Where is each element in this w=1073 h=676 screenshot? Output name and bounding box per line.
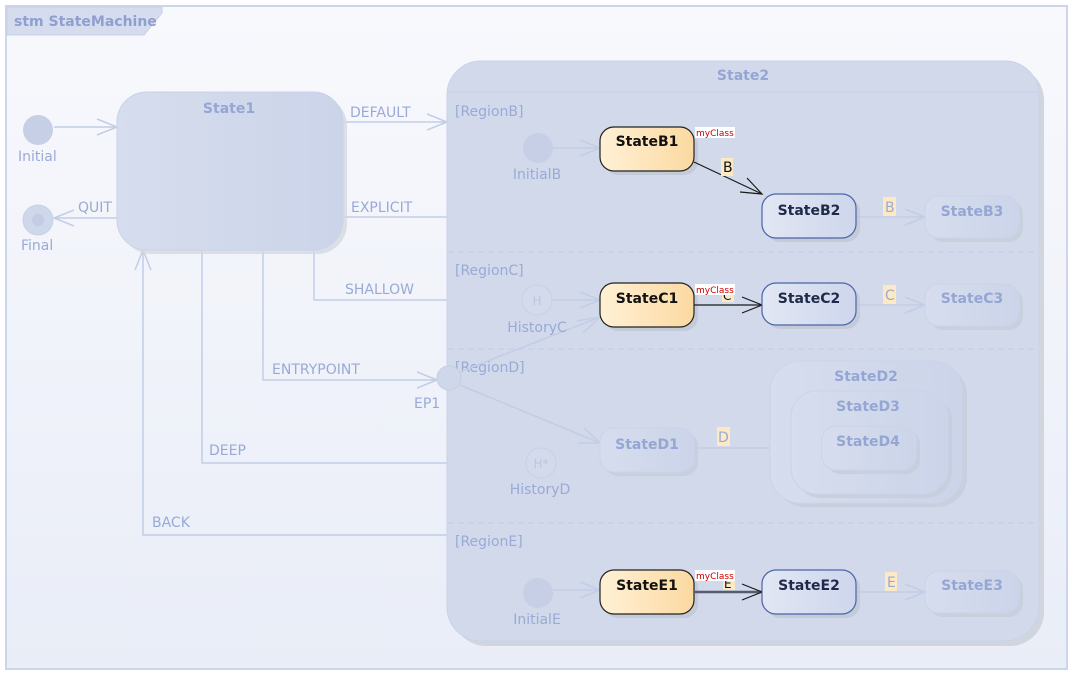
stateC1-label: StateC1: [616, 291, 678, 307]
stateE1-label: StateE1: [616, 578, 678, 594]
transition-back-label: BACK: [152, 515, 191, 531]
stateE3-label: StateE3: [941, 578, 1003, 594]
historyD-glyph: H*: [533, 457, 548, 471]
transition-deep-label: DEEP: [209, 443, 246, 459]
region-d-label: [RegionD]: [455, 360, 525, 376]
historyC-label: HistoryC: [507, 320, 567, 336]
stateD1-label: StateD1: [615, 437, 679, 453]
entrypoint-ep1[interactable]: [436, 365, 462, 391]
stateD4-label: StateD4: [836, 434, 900, 450]
final-inner-dot: [32, 214, 44, 226]
region-c-label: [RegionC]: [455, 263, 524, 279]
frame-title: stm StateMachine: [14, 14, 157, 30]
state-machine-diagram: stm StateMachine Initial Final QUIT Stat…: [0, 0, 1073, 676]
transition-d1-d4-label: D: [718, 430, 729, 446]
transition-shallow-label: SHALLOW: [345, 282, 414, 298]
ep1-label: EP1: [414, 396, 440, 412]
state1-label: State1: [203, 101, 255, 117]
historyC-glyph: H: [532, 294, 541, 308]
stateB1-label: StateB1: [616, 134, 679, 150]
region-e-label: [RegionE]: [455, 534, 523, 550]
transition-e2-e3-label: E: [887, 575, 896, 591]
stateC2-label: StateC2: [778, 291, 840, 307]
transition-default-label: DEFAULT: [350, 105, 411, 121]
initialE-pseudostate[interactable]: [523, 578, 553, 608]
stateC3-label: StateC3: [941, 291, 1003, 307]
initial-label: Initial: [18, 149, 57, 165]
stateC1-tag: myClass: [696, 286, 734, 296]
initialB-label: InitialB: [513, 167, 561, 183]
region-b-label: [RegionB]: [455, 104, 523, 120]
initialE-label: InitialE: [513, 612, 561, 628]
final-label: Final: [21, 238, 53, 254]
state2-label: State2: [717, 68, 769, 84]
initialB-pseudostate[interactable]: [523, 133, 553, 163]
transition-entrypoint-label: ENTRYPOINT: [272, 362, 360, 378]
stateD2-label: StateD2: [834, 369, 898, 385]
stateE2-label: StateE2: [778, 578, 840, 594]
historyD-label: HistoryD: [510, 482, 571, 498]
transition-quit-label: QUIT: [78, 200, 112, 216]
stateB2-label: StateB2: [778, 203, 841, 219]
transition-b1-b2-label: B: [723, 160, 733, 176]
stateB1-tag: myClass: [696, 129, 734, 139]
transition-b2-b3-label: B: [885, 200, 895, 216]
transition-c2-c3-label: C: [885, 288, 895, 304]
transition-explicit-label: EXPLICIT: [351, 200, 413, 216]
stateE1-tag: myClass: [696, 572, 734, 582]
stateB3-label: StateB3: [941, 204, 1004, 220]
initial-pseudostate[interactable]: [23, 115, 53, 145]
stateD3-label: StateD3: [836, 399, 900, 415]
